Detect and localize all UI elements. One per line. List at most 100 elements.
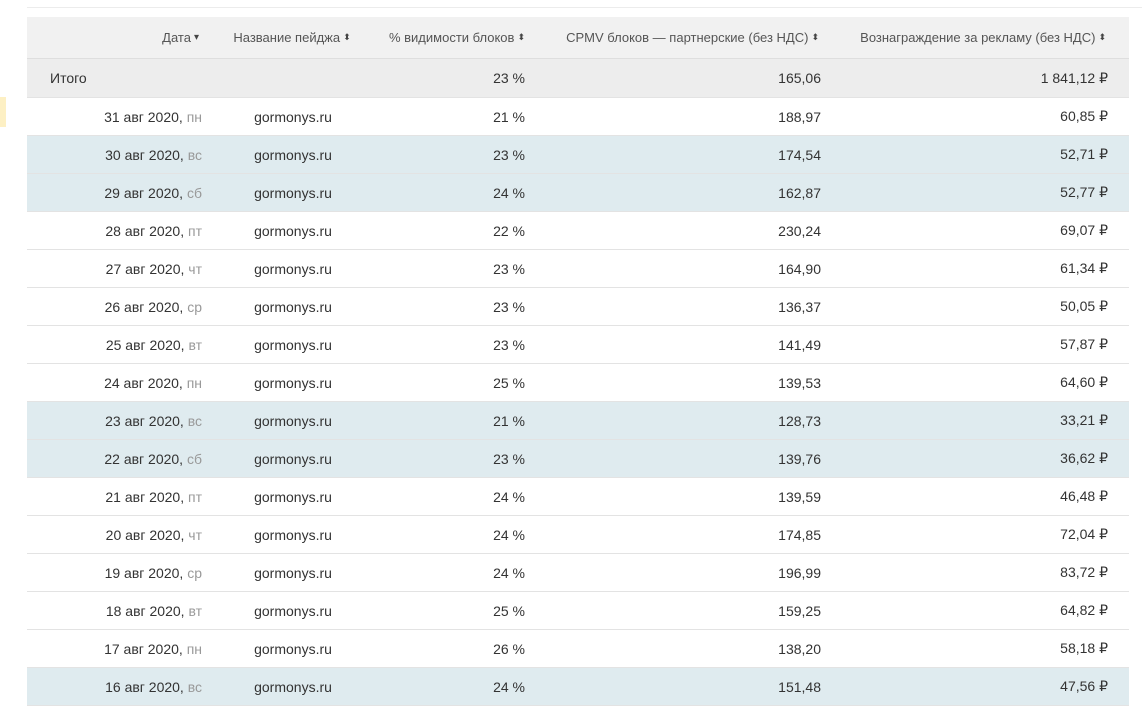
- sort-icon: ⬍: [1098, 32, 1106, 42]
- cell-date: 24 авг 2020, пн: [27, 364, 202, 401]
- date-value: 30 авг 2020,: [105, 146, 184, 163]
- cell-visibility: 23 %: [493, 260, 525, 277]
- weekday-value: вс: [187, 678, 202, 695]
- cell-date: 26 авг 2020, ср: [27, 288, 202, 325]
- column-header-reward[interactable]: Вознаграждение за рекламу (без НДС) ⬍: [847, 17, 1106, 58]
- cell-date: 17 авг 2020, пн: [27, 630, 202, 667]
- cell-page: gormonys.ru: [254, 184, 332, 201]
- date-value: 23 авг 2020,: [105, 412, 184, 429]
- table-row: 26 авг 2020, ср gormonys.ru 23 % 136,37 …: [27, 288, 1129, 326]
- cell-reward: 52,77 ₽: [1060, 184, 1108, 200]
- table-row: 22 авг 2020, сб gormonys.ru 23 % 139,76 …: [27, 440, 1129, 478]
- date-value: 24 авг 2020,: [104, 374, 183, 391]
- date-value: 18 авг 2020,: [105, 602, 185, 619]
- cell-reward: 46,48 ₽: [1060, 488, 1108, 504]
- cell-cpmv: 151,48: [778, 678, 821, 695]
- weekday-value: вс: [187, 146, 202, 163]
- cell-cpmv: 174,85: [778, 526, 821, 543]
- column-header-cpmv[interactable]: CPMV блоков — партнерские (без НДС) ⬍: [547, 17, 819, 58]
- date-value: 26 авг 2020,: [104, 298, 184, 315]
- cell-reward: 64,82 ₽: [1060, 602, 1108, 618]
- total-label: Итого: [50, 70, 87, 86]
- cell-page: gormonys.ru: [254, 108, 332, 125]
- cell-page: gormonys.ru: [254, 450, 332, 467]
- cell-date: 18 авг 2020, вт: [27, 592, 202, 629]
- date-value: 25 авг 2020,: [105, 336, 185, 353]
- cell-visibility: 26 %: [493, 640, 525, 657]
- cell-cpmv: 128,73: [778, 412, 821, 429]
- table-body: 31 авг 2020, пн gormonys.ru 21 % 188,97 …: [27, 98, 1129, 706]
- weekday-value: вт: [188, 336, 202, 353]
- cell-date: 28 авг 2020, пт: [27, 212, 202, 249]
- table-row: 30 авг 2020, вс gormonys.ru 23 % 174,54 …: [27, 136, 1129, 174]
- cell-reward: 83,72 ₽: [1060, 564, 1108, 580]
- cell-page: gormonys.ru: [254, 564, 332, 581]
- cell-visibility: 24 %: [493, 678, 525, 695]
- column-header-label: Вознаграждение за рекламу (без НДС): [860, 30, 1096, 45]
- cell-reward: 58,18 ₽: [1060, 640, 1108, 656]
- date-value: 20 авг 2020,: [105, 526, 185, 543]
- weekday-value: вт: [188, 602, 202, 619]
- sort-icon: ⬍: [517, 32, 525, 42]
- cell-cpmv: 159,25: [778, 602, 821, 619]
- cell-reward: 72,04 ₽: [1060, 526, 1108, 542]
- cell-visibility: 21 %: [493, 108, 525, 125]
- weekday-value: ср: [187, 564, 202, 581]
- cell-date: 31 авг 2020, пн: [27, 98, 202, 135]
- cell-reward: 60,85 ₽: [1060, 108, 1108, 124]
- cell-page: gormonys.ru: [254, 526, 332, 543]
- cell-reward: 64,60 ₽: [1060, 374, 1108, 390]
- cell-date: 19 авг 2020, ср: [27, 554, 202, 591]
- cell-page: gormonys.ru: [254, 146, 332, 163]
- cell-reward: 69,07 ₽: [1060, 222, 1108, 238]
- cell-reward: 47,56 ₽: [1060, 678, 1108, 694]
- cell-visibility: 22 %: [493, 222, 525, 239]
- table-row: 24 авг 2020, пн gormonys.ru 25 % 139,53 …: [27, 364, 1129, 402]
- cell-date: 22 авг 2020, сб: [27, 440, 202, 477]
- cell-visibility: 23 %: [493, 450, 525, 467]
- column-header-page[interactable]: Название пейджа ⬍: [227, 17, 357, 58]
- statistics-table: Дата ▾ Название пейджа ⬍ % видимости бло…: [27, 17, 1129, 706]
- weekday-value: пн: [186, 374, 202, 391]
- column-header-label: Название пейджа: [233, 30, 341, 45]
- table-header: Дата ▾ Название пейджа ⬍ % видимости бло…: [27, 17, 1129, 59]
- date-value: 27 авг 2020,: [105, 260, 185, 277]
- cell-reward: 52,71 ₽: [1060, 146, 1108, 162]
- cell-cpmv: 196,99: [778, 564, 821, 581]
- weekday-value: пн: [186, 108, 202, 125]
- cell-date: 25 авг 2020, вт: [27, 326, 202, 363]
- cell-visibility: 23 %: [493, 336, 525, 353]
- cell-visibility: 24 %: [493, 488, 525, 505]
- weekday-value: чт: [188, 526, 202, 543]
- cell-visibility: 24 %: [493, 564, 525, 581]
- cell-visibility: 24 %: [493, 526, 525, 543]
- cell-page: gormonys.ru: [254, 336, 332, 353]
- table-row: 28 авг 2020, пт gormonys.ru 22 % 230,24 …: [27, 212, 1129, 250]
- cell-date: 23 авг 2020, вс: [27, 402, 202, 439]
- weekday-value: пт: [188, 222, 202, 239]
- cell-page: gormonys.ru: [254, 678, 332, 695]
- total-visibility: 23 %: [493, 70, 525, 86]
- column-header-label: CPMV блоков — партнерские (без НДС): [566, 30, 809, 45]
- column-header-date[interactable]: Дата ▾: [27, 17, 199, 58]
- cell-cpmv: 188,97: [778, 108, 821, 125]
- cell-page: gormonys.ru: [254, 374, 332, 391]
- cell-reward: 50,05 ₽: [1060, 298, 1108, 314]
- cell-page: gormonys.ru: [254, 640, 332, 657]
- cell-page: gormonys.ru: [254, 298, 332, 315]
- table-row: 18 авг 2020, вт gormonys.ru 25 % 159,25 …: [27, 592, 1129, 630]
- table-row: 17 авг 2020, пн gormonys.ru 26 % 138,20 …: [27, 630, 1129, 668]
- cell-reward: 57,87 ₽: [1060, 336, 1108, 352]
- cell-visibility: 21 %: [493, 412, 525, 429]
- date-value: 17 авг 2020,: [104, 640, 183, 657]
- weekday-value: пт: [188, 488, 202, 505]
- column-header-visibility[interactable]: % видимости блоков ⬍: [367, 17, 525, 58]
- table-row: 27 авг 2020, чт gormonys.ru 23 % 164,90 …: [27, 250, 1129, 288]
- sort-desc-icon: ▾: [193, 32, 199, 43]
- date-value: 28 авг 2020,: [105, 222, 185, 239]
- cell-page: gormonys.ru: [254, 260, 332, 277]
- cell-reward: 36,62 ₽: [1060, 450, 1108, 466]
- cell-date: 29 авг 2020, сб: [27, 174, 202, 211]
- date-value: 29 авг 2020,: [104, 184, 184, 201]
- top-divider: [27, 7, 1142, 8]
